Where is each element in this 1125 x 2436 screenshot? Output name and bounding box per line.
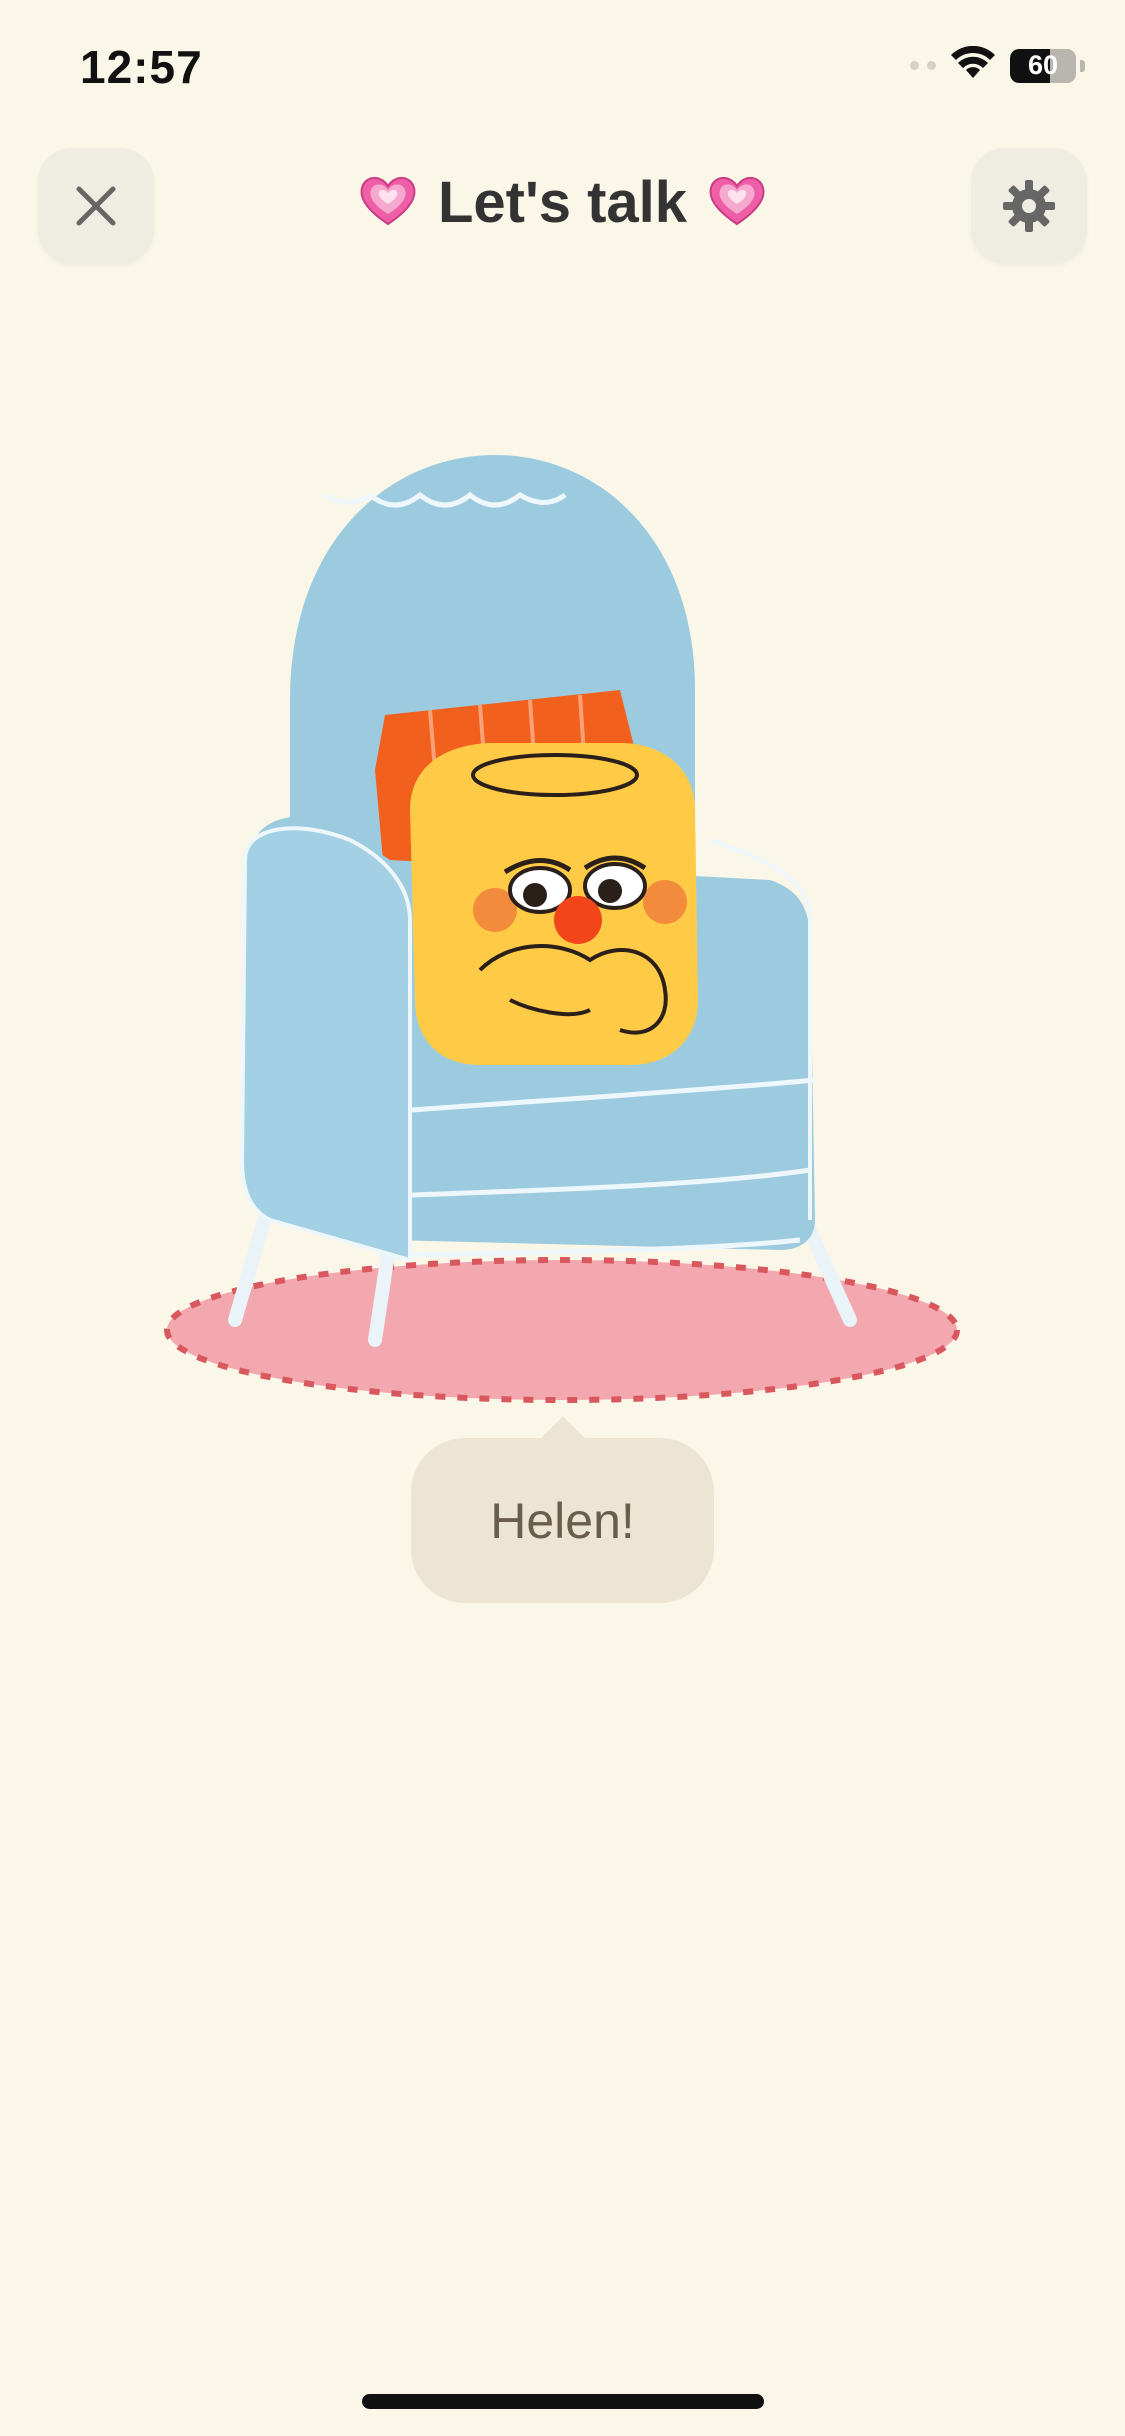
battery-icon: 60 [1010, 48, 1076, 83]
gear-icon [1003, 180, 1055, 232]
battery-percent: 60 [1027, 50, 1059, 80]
status-time: 12:57 [80, 41, 203, 93]
screen: 12:57 60 Let's talk Helen! [0, 0, 1125, 2436]
home-indicator[interactable] [362, 2394, 764, 2409]
speech-bubble-tail [538, 1416, 587, 1440]
heart-icon-right [705, 168, 769, 237]
speech-bubble-text: Helen! [490, 1492, 635, 1549]
wifi-icon [950, 45, 996, 85]
character-armchair-illustration [164, 455, 960, 1403]
signal-dots-icon [910, 61, 936, 70]
settings-button[interactable] [971, 148, 1087, 264]
page-title: Let's talk [437, 170, 688, 235]
battery-nub [1080, 59, 1085, 72]
speech-bubble: Helen! [411, 1416, 714, 1603]
page-title-group: Let's talk [0, 168, 1125, 237]
heart-icon-left [356, 168, 420, 237]
status-icons: 60 [910, 45, 1085, 85]
